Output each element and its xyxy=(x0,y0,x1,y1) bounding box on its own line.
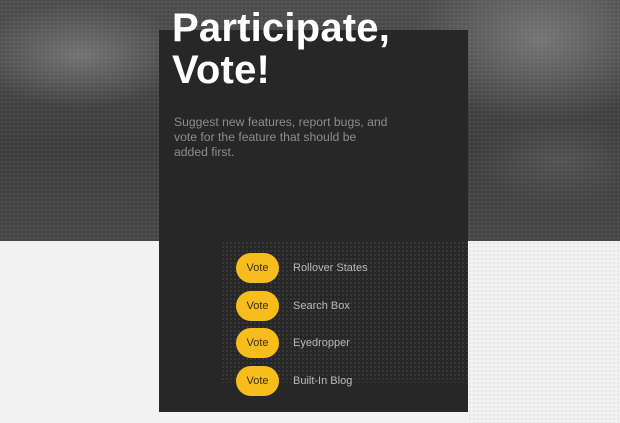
feature-item-search-box: Vote Search Box xyxy=(236,290,368,321)
page-title: Participate, Vote! xyxy=(172,7,390,91)
page-title-line-1: Participate, xyxy=(172,6,391,50)
page-title-line-2: Vote! xyxy=(172,48,271,92)
feature-item-eyedropper: Vote Eyedropper xyxy=(236,328,368,358)
feature-name-search-box: Search Box xyxy=(293,299,350,312)
intro-text: Suggest new features, report bugs, and v… xyxy=(174,115,388,159)
vote-button-rollover-states[interactable]: Vote xyxy=(236,253,279,283)
feature-name-built-in-blog: Built-In Blog xyxy=(293,374,353,387)
dotted-texture xyxy=(468,241,620,423)
feature-vote-list: Vote Rollover States Vote Search Box Vot… xyxy=(236,253,368,403)
vote-button-eyedropper[interactable]: Vote xyxy=(236,328,279,358)
vote-button-built-in-blog[interactable]: Vote xyxy=(236,365,279,396)
feature-item-built-in-blog: Vote Built-In Blog xyxy=(236,365,368,396)
feature-name-eyedropper: Eyedropper xyxy=(293,337,350,349)
vote-button-search-box[interactable]: Vote xyxy=(236,290,279,321)
feature-item-rollover-states: Vote Rollover States xyxy=(236,253,368,283)
feature-name-rollover-states: Rollover States xyxy=(293,262,368,274)
